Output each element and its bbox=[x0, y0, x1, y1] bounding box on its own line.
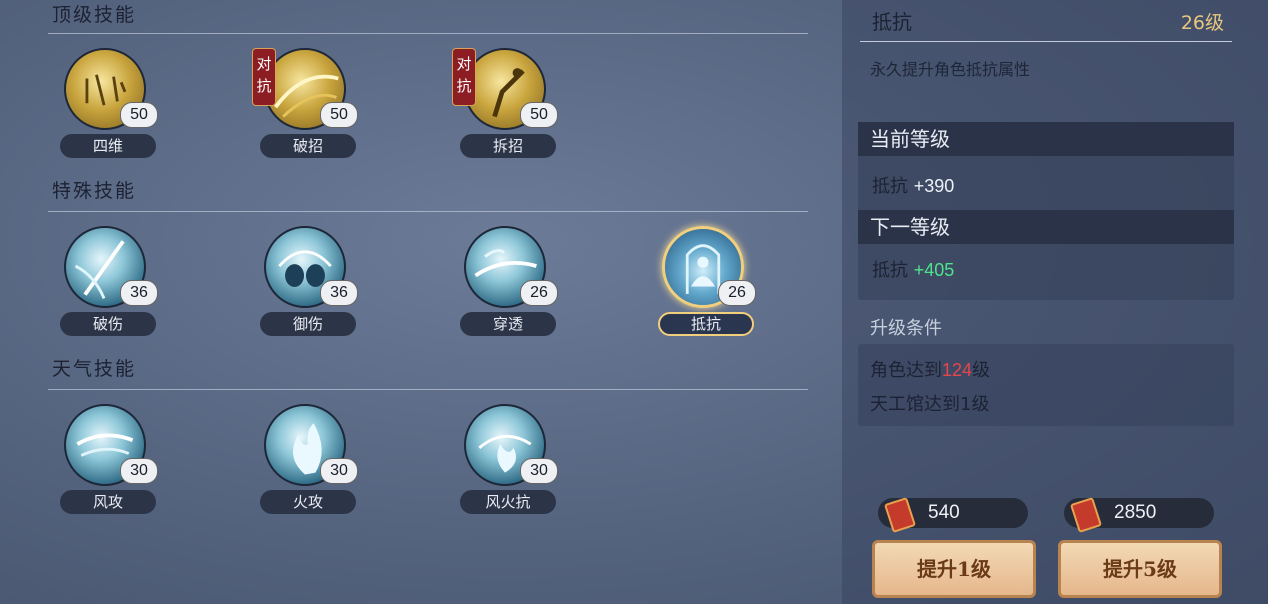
current-stat: 抵抗 +390 bbox=[872, 176, 955, 197]
cost-1-level: 540 bbox=[878, 497, 1028, 533]
skill-name-label: 破招 bbox=[260, 134, 356, 158]
skill-name-label: 拆招 bbox=[460, 134, 556, 158]
skill-name-label: 破伤 bbox=[60, 312, 156, 336]
detail-level: 26级 bbox=[1180, 12, 1224, 34]
skill-level-badge: 36 bbox=[320, 280, 358, 306]
skill-name-label: 穿透 bbox=[460, 312, 556, 336]
skill-name-label: 风火抗 bbox=[460, 490, 556, 514]
upgrade-1-level-button[interactable]: 提升1级 bbox=[872, 540, 1036, 598]
pvp-badge: 对抗 bbox=[452, 48, 476, 106]
skill-level-badge: 26 bbox=[520, 280, 558, 306]
condition-workshop-level: 天工馆达到1级 bbox=[870, 394, 990, 415]
upgrade-condition-box: 角色达到124级 天工馆达到1级 bbox=[858, 344, 1234, 426]
skill-poshang[interactable]: 36 破伤 bbox=[52, 226, 162, 346]
skill-level-badge: 30 bbox=[520, 458, 558, 484]
skill-huogong[interactable]: 30 火攻 bbox=[252, 404, 362, 524]
skill-level-badge: 30 bbox=[320, 458, 358, 484]
level-stats-box: 当前等级 抵抗 +390 下一等级 抵抗 +405 bbox=[858, 122, 1234, 300]
skill-name-label: 御伤 bbox=[260, 312, 356, 336]
detail-divider bbox=[860, 41, 1232, 42]
skill-list-panel: 顶级技能 50 四维 对抗 50 破招 对抗 50 拆招 特殊技能 36 破伤 bbox=[0, 0, 830, 604]
skill-name-label: 抵抗 bbox=[658, 312, 754, 336]
skill-siwei[interactable]: 50 四维 bbox=[52, 48, 162, 168]
skill-fenggong[interactable]: 30 风攻 bbox=[52, 404, 162, 524]
skill-fenghuokang[interactable]: 30 风火抗 bbox=[452, 404, 562, 524]
section-title-weather: 天气技能 bbox=[52, 358, 137, 380]
detail-title: 抵抗 bbox=[872, 10, 912, 34]
skill-level-badge: 50 bbox=[320, 102, 358, 128]
current-level-header: 当前等级 bbox=[858, 122, 1234, 156]
skill-level-badge: 26 bbox=[718, 280, 756, 306]
pvp-badge: 对抗 bbox=[252, 48, 276, 106]
cost-5-level: 2850 bbox=[1064, 497, 1214, 533]
condition-role-level: 角色达到124级 bbox=[870, 360, 991, 381]
skill-dikang-selected[interactable]: 26 抵抗 bbox=[650, 226, 760, 346]
skill-level-badge: 50 bbox=[520, 102, 558, 128]
next-level-header: 下一等级 bbox=[858, 210, 1234, 244]
skill-level-badge: 50 bbox=[120, 102, 158, 128]
section-title-top: 顶级技能 bbox=[52, 4, 137, 26]
skill-detail-panel: 抵抗 26级 永久提升角色抵抗属性 当前等级 抵抗 +390 下一等级 抵抗 +… bbox=[842, 0, 1268, 604]
skill-level-badge: 36 bbox=[120, 280, 158, 306]
upgrade-condition-title: 升级条件 bbox=[870, 318, 942, 339]
skill-name-label: 火攻 bbox=[260, 490, 356, 514]
skill-chaizhao[interactable]: 对抗 50 拆招 bbox=[452, 48, 562, 168]
detail-description: 永久提升角色抵抗属性 bbox=[870, 60, 1031, 79]
upgrade-5-level-button[interactable]: 提升5级 bbox=[1058, 540, 1222, 598]
scroll-token-icon bbox=[883, 497, 917, 533]
section-divider bbox=[48, 389, 808, 390]
skill-pozhao[interactable]: 对抗 50 破招 bbox=[252, 48, 362, 168]
next-stat: 抵抗 +405 bbox=[872, 260, 955, 281]
skill-name-label: 风攻 bbox=[60, 490, 156, 514]
scroll-token-icon bbox=[1069, 497, 1103, 533]
skill-yushang[interactable]: 36 御伤 bbox=[252, 226, 362, 346]
skill-level-badge: 30 bbox=[120, 458, 158, 484]
skill-name-label: 四维 bbox=[60, 134, 156, 158]
section-title-special: 特殊技能 bbox=[52, 180, 137, 202]
skill-chuantou[interactable]: 26 穿透 bbox=[452, 226, 562, 346]
section-divider bbox=[48, 33, 808, 34]
section-divider bbox=[48, 211, 808, 212]
